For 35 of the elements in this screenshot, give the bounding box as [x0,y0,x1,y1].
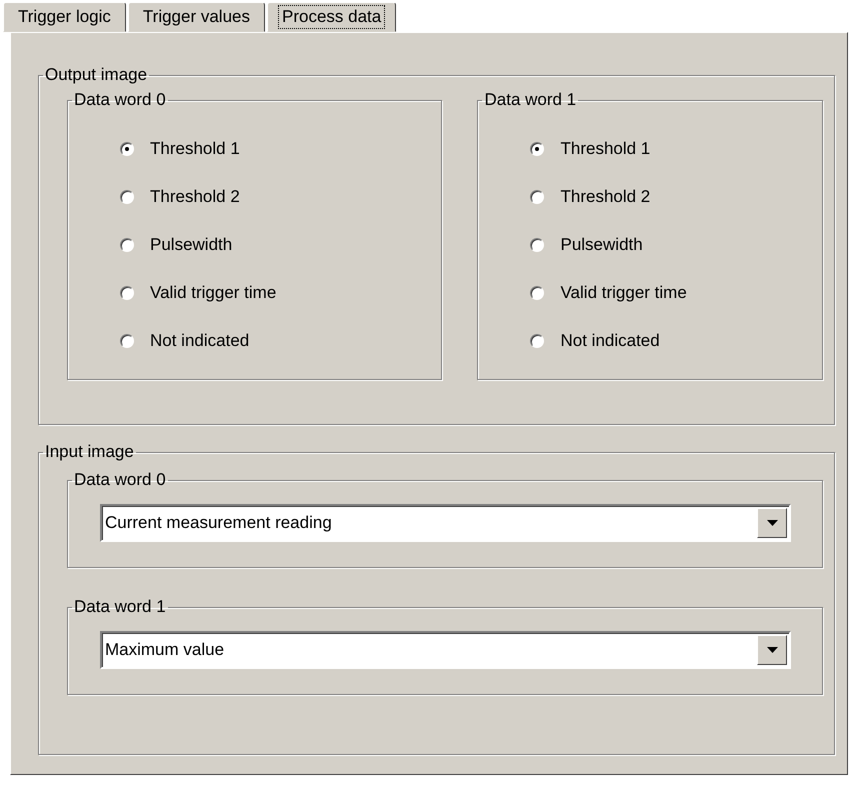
radio-label[interactable]: Threshold 1 [150,139,240,159]
radio-button[interactable] [120,238,134,252]
radio-button[interactable] [530,238,544,252]
radio-button[interactable] [120,142,134,156]
group-title: Data word 0 [73,90,167,110]
group-title: Input image [44,442,135,462]
radio-button[interactable] [120,190,134,204]
dropdown-field[interactable]: Current measurement reading [100,504,791,542]
group-title: Data word 1 [483,90,578,110]
radio-label[interactable]: Valid trigger time [150,283,276,303]
group-title: Data word 1 [73,597,167,617]
radio-label[interactable]: Not indicated [150,331,250,351]
radio-label[interactable]: Pulsewidth [150,235,232,255]
radio-label[interactable]: Not indicated [560,331,660,351]
group-title: Output image [44,65,148,85]
group-title: Data word 0 [73,470,167,490]
dropdown-button[interactable] [757,508,787,538]
radio-button[interactable] [120,286,134,300]
caret-icon [766,647,778,653]
radio-button[interactable] [120,334,134,348]
radio-label[interactable]: Threshold 2 [560,187,650,207]
tab[interactable]: Process data [267,2,396,32]
tab[interactable]: Trigger values [128,2,265,32]
radio-button[interactable] [530,286,544,300]
radio-button[interactable] [530,334,544,348]
radio-button[interactable] [530,142,544,156]
radio-button[interactable] [530,190,544,204]
radio-label[interactable]: Valid trigger time [560,283,687,303]
radio-label[interactable]: Threshold 1 [560,139,650,159]
tab[interactable]: Trigger logic [3,2,126,32]
dropdown-field[interactable]: Maximum value [100,631,791,669]
radio-label[interactable]: Threshold 2 [150,187,240,207]
dropdown-button[interactable] [757,635,787,665]
caret-icon [766,520,778,526]
radio-label[interactable]: Pulsewidth [560,235,643,255]
